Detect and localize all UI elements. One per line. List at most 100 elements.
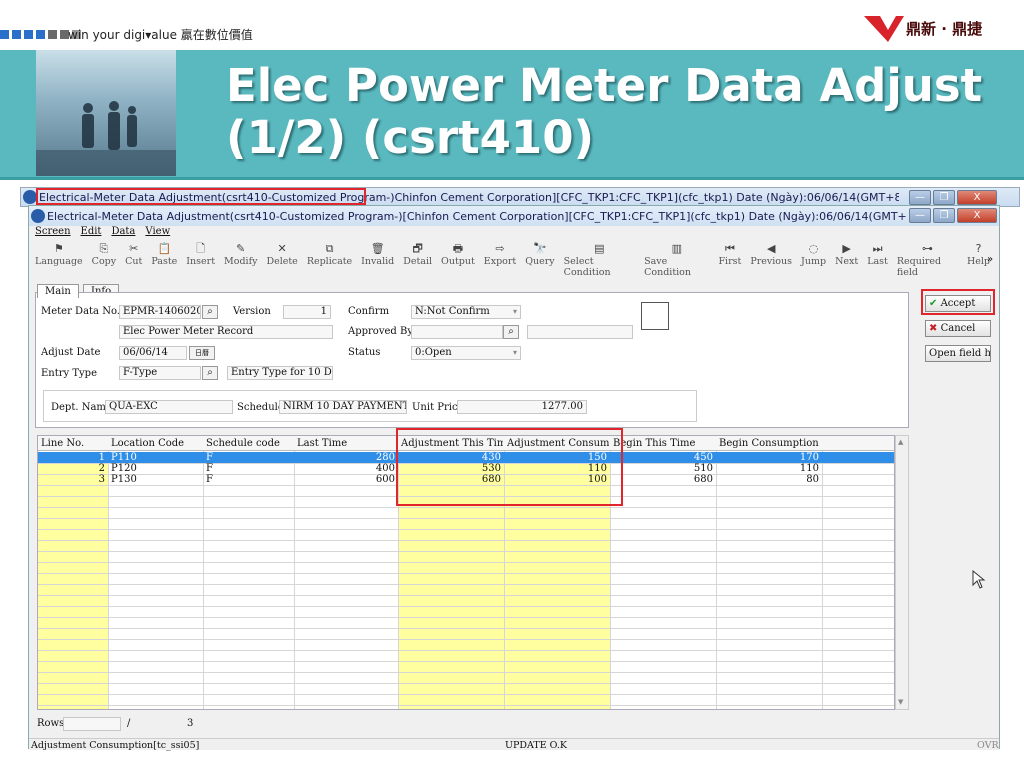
- grid-header-cell[interactable]: Begin This Time: [613, 438, 715, 449]
- menu-data[interactable]: Data: [111, 226, 135, 240]
- toolbar-copy-button[interactable]: ⎘ Copy: [92, 242, 116, 267]
- toolbar-first-button[interactable]: ⏮ First: [718, 242, 741, 267]
- toolbar-detail-button[interactable]: 🗗 Detail: [403, 242, 432, 267]
- detail-icon: 🗗: [412, 242, 423, 255]
- grid-cell[interactable]: 400: [297, 463, 395, 474]
- back-window-title: Chinfon Cement Corporation][CFC_TKP1:CFC…: [394, 191, 899, 204]
- menu-view[interactable]: View: [145, 226, 170, 240]
- toolbar-export-button[interactable]: ⇨ Export: [484, 242, 516, 267]
- grid-cell[interactable]: F: [206, 452, 291, 463]
- grid-cell[interactable]: 680: [613, 474, 713, 485]
- toolbar-previous-button[interactable]: ◀ Previous: [750, 242, 792, 267]
- entry-type-field[interactable]: F-Type: [119, 366, 201, 380]
- brand-square: [24, 30, 33, 39]
- toolbar-label: Replicate: [306, 256, 353, 267]
- close-button[interactable]: X: [957, 208, 997, 223]
- status-select[interactable]: 0:Open: [411, 346, 521, 360]
- menu-edit[interactable]: Edit: [81, 226, 102, 240]
- open-field-help-button[interactable]: Open field he: [925, 345, 991, 362]
- unit-price-field[interactable]: 1277.00: [457, 400, 587, 414]
- grid-header-cell[interactable]: Last Time: [297, 438, 397, 449]
- meter-data-no-field[interactable]: EPMR-140602001: [119, 305, 201, 319]
- adjust-date-label: Adjust Date: [41, 347, 101, 358]
- toolbar-label: Previous: [750, 256, 793, 267]
- toolbar-query-button[interactable]: 🔭 Query: [525, 242, 554, 267]
- grid-cell[interactable]: F: [206, 474, 291, 485]
- grid-header-cell[interactable]: Location Code: [111, 438, 202, 449]
- grid-header-cell[interactable]: Schedule code: [206, 438, 293, 449]
- brand-square: [12, 30, 21, 39]
- scroll-down-icon[interactable]: ▼: [898, 698, 903, 706]
- adjust-date-field[interactable]: 06/06/14: [119, 346, 187, 360]
- grid-header-cell[interactable]: Line No.: [41, 438, 107, 449]
- toolbar-label: Required field: [896, 256, 942, 278]
- meter-lookup-search-icon[interactable]: ⌕: [202, 305, 218, 319]
- cancel-button[interactable]: ✖ Cancel: [925, 320, 991, 337]
- toolbar-cut-button[interactable]: ✂ Cut: [125, 242, 142, 267]
- adjustment-highlight-box: [396, 428, 623, 506]
- toolbar-language-button[interactable]: ⚑ Language: [35, 242, 83, 267]
- grid-cell[interactable]: P120: [111, 463, 200, 474]
- minimize-button[interactable]: —: [909, 208, 931, 223]
- header-divider: [0, 177, 1024, 180]
- grid-cell[interactable]: P110: [111, 452, 200, 463]
- grid-cell[interactable]: 450: [613, 452, 713, 463]
- entry-type-search-icon[interactable]: ⌕: [202, 366, 218, 380]
- grid-cell[interactable]: 2: [41, 463, 105, 474]
- rows-current-field[interactable]: [63, 717, 121, 731]
- title-bar[interactable]: Electrical-Meter Data Adjustment(csrt410…: [29, 206, 999, 226]
- toolbar-paste-button[interactable]: 📋 Paste: [151, 242, 177, 267]
- toolbar-label: Last: [867, 256, 888, 267]
- calendar-icon[interactable]: 日曆: [189, 346, 215, 360]
- grid-cell[interactable]: F: [206, 463, 291, 474]
- toolbar-label: Export: [483, 256, 517, 267]
- back-maximize-button[interactable]: ❐: [933, 190, 955, 205]
- maximize-button[interactable]: ❐: [933, 208, 955, 223]
- toolbar-last-button[interactable]: ⏭ Last: [867, 242, 888, 267]
- grid-vertical-scrollbar[interactable]: ▲ ▼: [895, 435, 909, 710]
- confirm-select[interactable]: N:Not Confirm: [411, 305, 521, 319]
- toolbar-overflow-button[interactable]: »: [987, 254, 993, 265]
- grid-cell[interactable]: 1: [41, 452, 105, 463]
- approved-by-field[interactable]: [411, 325, 503, 339]
- grid-header-cell[interactable]: Begin Consumption: [719, 438, 821, 449]
- rows-total: 3: [187, 718, 194, 729]
- toolbar-save-condition-button[interactable]: ▥ Save Condition: [644, 242, 709, 278]
- grid-cell[interactable]: 280: [297, 452, 395, 463]
- grid-cell[interactable]: 3: [41, 474, 105, 485]
- toolbar-label: Copy: [91, 256, 117, 267]
- back-close-button[interactable]: X: [957, 190, 997, 205]
- toolbar-replicate-button[interactable]: ⧉ Replicate: [307, 242, 352, 267]
- grid-cell[interactable]: P130: [111, 474, 200, 485]
- schedule-field[interactable]: NIRM 10 DAY PAYMENT: [279, 400, 407, 414]
- grid-cell[interactable]: 510: [613, 463, 713, 474]
- toolbar-insert-button[interactable]: 🗋 Insert: [186, 242, 215, 267]
- grid-cell[interactable]: 110: [719, 463, 819, 474]
- toolbar-output-button[interactable]: 🖶 Output: [441, 242, 475, 267]
- back-minimize-button[interactable]: —: [909, 190, 931, 205]
- approved-by-search-icon[interactable]: ⌕: [503, 325, 519, 339]
- toolbar-label: Detail: [403, 256, 433, 267]
- grid-cell[interactable]: 600: [297, 474, 395, 485]
- toolbar-modify-button[interactable]: ✎ Modify: [224, 242, 257, 267]
- toolbar-delete-button[interactable]: ✕ Delete: [266, 242, 297, 267]
- menu-screen[interactable]: Screen: [35, 226, 71, 240]
- toolbar-next-button[interactable]: ▶ Next: [835, 242, 858, 267]
- replicate-icon: ⧉: [325, 242, 334, 255]
- schedule-label: Schedule: [237, 402, 284, 413]
- grid-cell[interactable]: 80: [719, 474, 819, 485]
- toolbar-required-field-button[interactable]: ⊶ Required field: [897, 242, 958, 278]
- toolbar-label: Next: [835, 256, 859, 267]
- toolbar-jump-button[interactable]: ◌ Jump: [801, 242, 826, 267]
- dept-name-field[interactable]: QUA-EXC: [105, 400, 233, 414]
- grid-cell[interactable]: 170: [719, 452, 819, 463]
- next-icon: ▶: [842, 242, 851, 255]
- scroll-up-icon[interactable]: ▲: [898, 438, 903, 446]
- toolbar-select-condition-button[interactable]: ▤ Select Condition: [564, 242, 635, 278]
- toolbar-invalid-button[interactable]: 🗑 Invalid: [361, 242, 394, 267]
- toolbar-label: Insert: [186, 256, 216, 267]
- toolbar-label: Output: [441, 256, 475, 267]
- tab-main[interactable]: Main: [37, 284, 79, 298]
- version-field[interactable]: 1: [283, 305, 331, 319]
- status-message: UPDATE O.K: [505, 740, 567, 751]
